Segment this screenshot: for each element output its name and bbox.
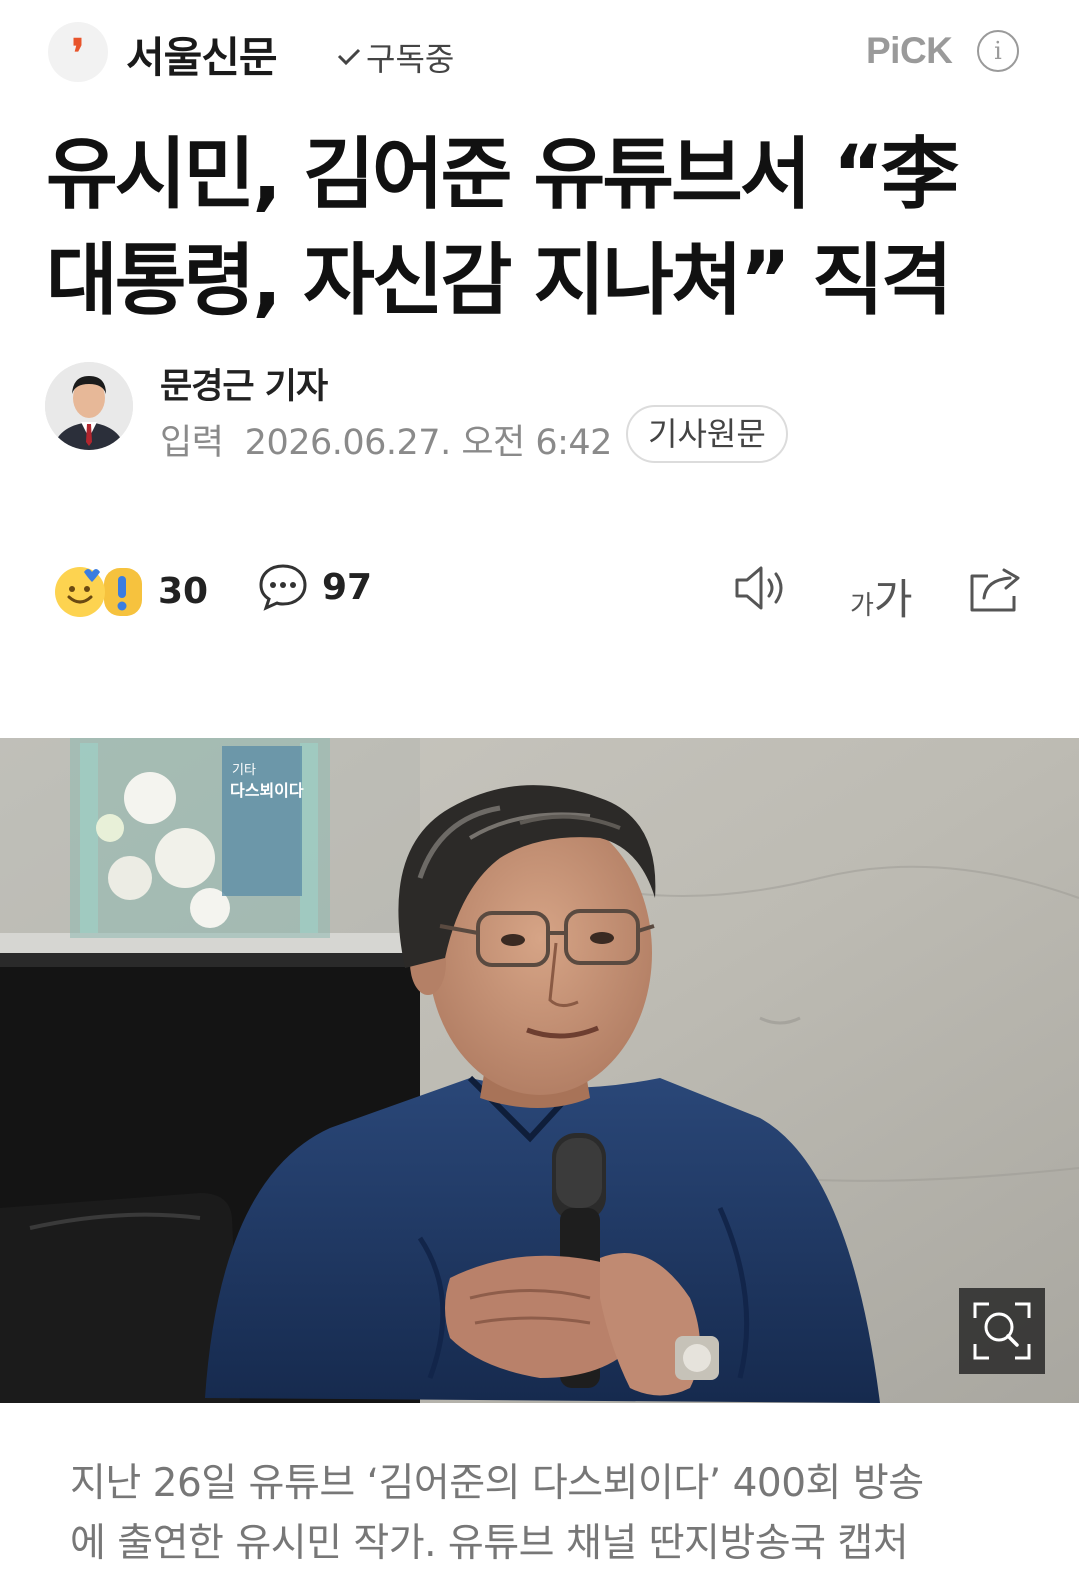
font-small-glyph: 가 (850, 591, 874, 621)
comment-count: 97 (322, 566, 373, 608)
caption-line-2: 에 출연한 유시민 작가. 유튜브 채널 딴지방송국 캡처 (70, 1521, 909, 1566)
reaction-count: 30 (158, 570, 209, 612)
original-article-button[interactable]: 기사원문 (626, 405, 788, 463)
press-header: ❜ 서울신문 구독중 PiCK i (0, 0, 1079, 105)
photo-sign-top: 기타 (232, 763, 256, 778)
subscribe-label: 구독중 (366, 40, 455, 78)
speech-bubble-icon (259, 564, 307, 611)
caption-line-1: 지난 26일 유튜브 ‘김어준의 다스뵈이다’ 400회 방송 (70, 1461, 924, 1506)
emoji-reaction-icon (52, 562, 146, 620)
headline-line-1: 유시민, 김어준 유튜브서 “李 (46, 130, 959, 220)
input-label: 입력 (160, 423, 224, 463)
font-large-glyph: 가 (873, 575, 913, 624)
article-photo[interactable]: 기타 다스뵈이다 (0, 738, 1079, 1403)
reporter-avatar[interactable] (45, 362, 133, 450)
publish-info: 입력 2026.06.27. 오전 6:42 (160, 414, 612, 465)
press-logo-glyph: ❜ (71, 30, 85, 75)
photo-sign-main: 다스뵈이다 (230, 781, 304, 800)
info-icon[interactable]: i (977, 30, 1019, 72)
publish-datetime: 2026.06.27. 오전 6:42 (244, 423, 613, 463)
press-logo[interactable]: ❜ (48, 22, 108, 82)
font-size-icon[interactable]: 가가 (850, 566, 913, 627)
article-headline: 유시민, 김어준 유튜브서 “李 대통령, 자신감 지나쳐” 직격 (46, 122, 1046, 334)
press-name[interactable]: 서울신문 (126, 24, 278, 85)
reaction-button[interactable]: 30 (52, 562, 208, 620)
photo-illustration: 기타 다스뵈이다 (0, 738, 1079, 1403)
pick-label: PiCK (866, 30, 953, 71)
speaker-icon[interactable] (733, 562, 791, 614)
zoom-icon[interactable] (959, 1288, 1045, 1374)
checkmark-icon (337, 48, 361, 66)
reporter-portrait (45, 362, 133, 450)
reporter-name[interactable]: 문경근 기자 (160, 358, 328, 409)
subscribe-button[interactable]: 구독중 (336, 34, 454, 80)
share-icon[interactable] (966, 562, 1024, 614)
photo-caption: 지난 26일 유튜브 ‘김어준의 다스뵈이다’ 400회 방송 에 출연한 유시… (70, 1454, 1030, 1574)
headline-line-2: 대통령, 자신감 지나쳐” 직격 (46, 236, 953, 326)
comment-button[interactable]: 97 (258, 562, 372, 612)
